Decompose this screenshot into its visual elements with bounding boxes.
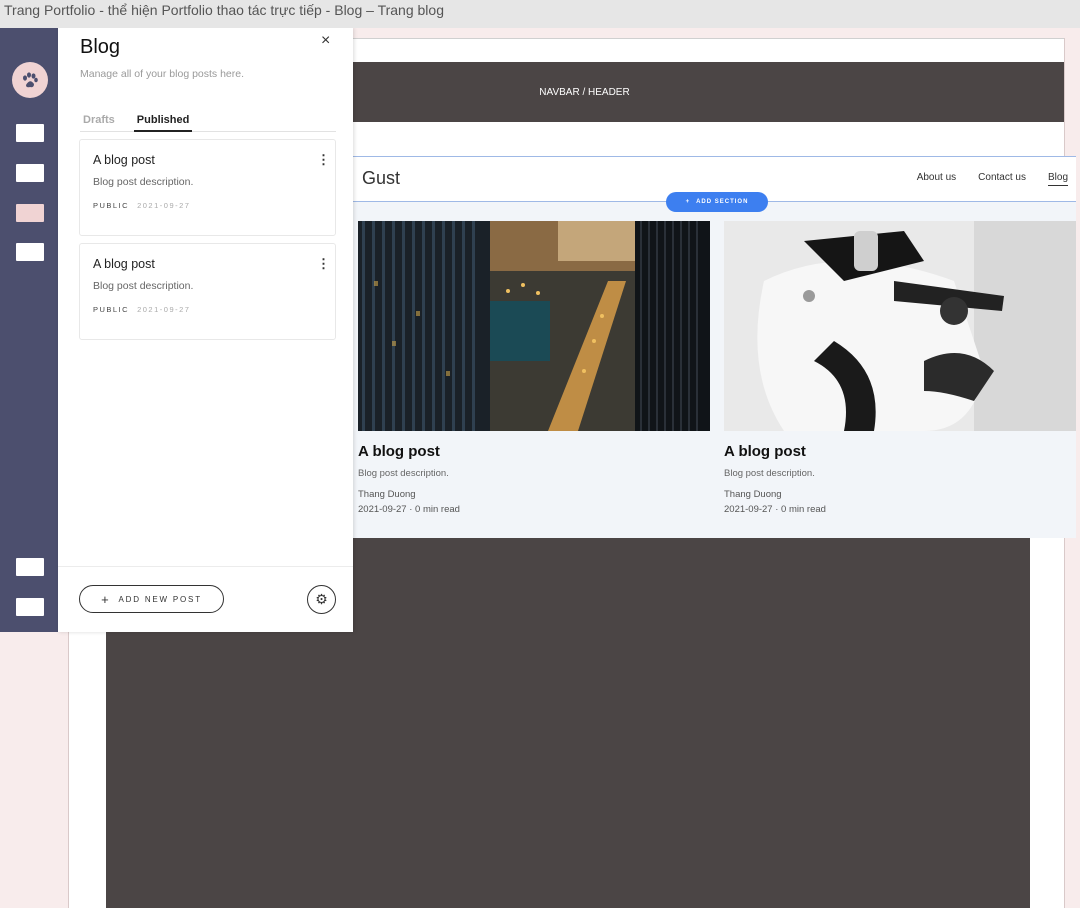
- more-vertical-icon[interactable]: ⋮: [317, 256, 330, 272]
- add-new-post-label: ADD NEW POST: [118, 594, 202, 604]
- blog-card[interactable]: A blog post Blog post description. Thang…: [724, 221, 1076, 515]
- motorcycle-photo: [724, 221, 1076, 431]
- add-section-button[interactable]: + ADD SECTION: [666, 192, 768, 212]
- blog-card-meta: 2021-09-27 · 0 min read: [724, 504, 826, 515]
- blog-card-title[interactable]: A blog post: [724, 443, 1076, 460]
- paw-icon[interactable]: [12, 62, 48, 98]
- rail-button-2[interactable]: [16, 164, 44, 182]
- blog-panel: Blog × Manage all of your blog posts her…: [58, 28, 353, 632]
- blog-card[interactable]: A blog post Blog post description. Thang…: [358, 221, 710, 515]
- post-list-item[interactable]: A blog post Blog post description. PUBLI…: [79, 139, 336, 236]
- rail-button-4[interactable]: [16, 243, 44, 261]
- city-skyline-photo: [358, 221, 710, 431]
- blog-card-author: Thang Duong: [358, 489, 416, 500]
- post-status: PUBLIC: [93, 201, 130, 210]
- panel-tabs: Drafts Published: [80, 114, 336, 132]
- post-status: PUBLIC: [93, 305, 130, 314]
- nav-link-blog[interactable]: Blog: [1047, 172, 1068, 186]
- more-vertical-icon[interactable]: ⋮: [317, 152, 330, 168]
- nav-link-about[interactable]: About us: [917, 172, 956, 186]
- post-title: A blog post: [93, 257, 155, 271]
- add-section-label: ADD SECTION: [696, 199, 749, 205]
- site-nav: About us Contact us Blog: [917, 172, 1068, 186]
- editor-rail: [0, 28, 58, 632]
- post-meta: PUBLIC 2021-09-27: [93, 305, 190, 314]
- panel-subtitle: Manage all of your blog posts here.: [80, 68, 245, 80]
- post-meta: PUBLIC 2021-09-27: [93, 201, 190, 210]
- plus-icon: +: [685, 199, 691, 205]
- tab-published[interactable]: Published: [133, 114, 193, 132]
- post-list-item[interactable]: A blog post Blog post description. PUBLI…: [79, 243, 336, 340]
- post-description: Blog post description.: [93, 280, 194, 292]
- gear-icon[interactable]: ⚙: [307, 585, 336, 614]
- blog-card-description: Blog post description.: [724, 468, 815, 479]
- blog-card-meta: 2021-09-27 · 0 min read: [358, 504, 460, 515]
- tab-drafts[interactable]: Drafts: [80, 114, 118, 132]
- rail-button-5[interactable]: [16, 558, 44, 576]
- post-date: 2021-09-27: [137, 305, 191, 314]
- close-icon[interactable]: ×: [321, 32, 330, 50]
- plus-icon: +: [101, 591, 111, 607]
- add-new-post-button[interactable]: + ADD NEW POST: [79, 585, 224, 613]
- panel-footer-divider: [58, 566, 353, 567]
- post-date: 2021-09-27: [137, 201, 191, 210]
- blog-card-title[interactable]: A blog post: [358, 443, 710, 460]
- rail-button-1[interactable]: [16, 124, 44, 142]
- nav-link-contact[interactable]: Contact us: [978, 172, 1026, 186]
- navbar-placeholder-label: NAVBAR / HEADER: [539, 86, 630, 98]
- panel-title: Blog: [80, 36, 121, 58]
- rail-button-6[interactable]: [16, 598, 44, 616]
- post-description: Blog post description.: [93, 176, 194, 188]
- site-logo[interactable]: Gust: [362, 168, 400, 189]
- blog-card-author: Thang Duong: [724, 489, 782, 500]
- rail-button-blog[interactable]: [16, 204, 44, 222]
- window-title: Trang Portfolio - thể hiện Portfolio tha…: [4, 2, 444, 18]
- editor-stage: NAVBAR / HEADER Gust About us Contact us…: [0, 28, 1080, 908]
- blog-card-description: Blog post description.: [358, 468, 449, 479]
- post-title: A blog post: [93, 153, 155, 167]
